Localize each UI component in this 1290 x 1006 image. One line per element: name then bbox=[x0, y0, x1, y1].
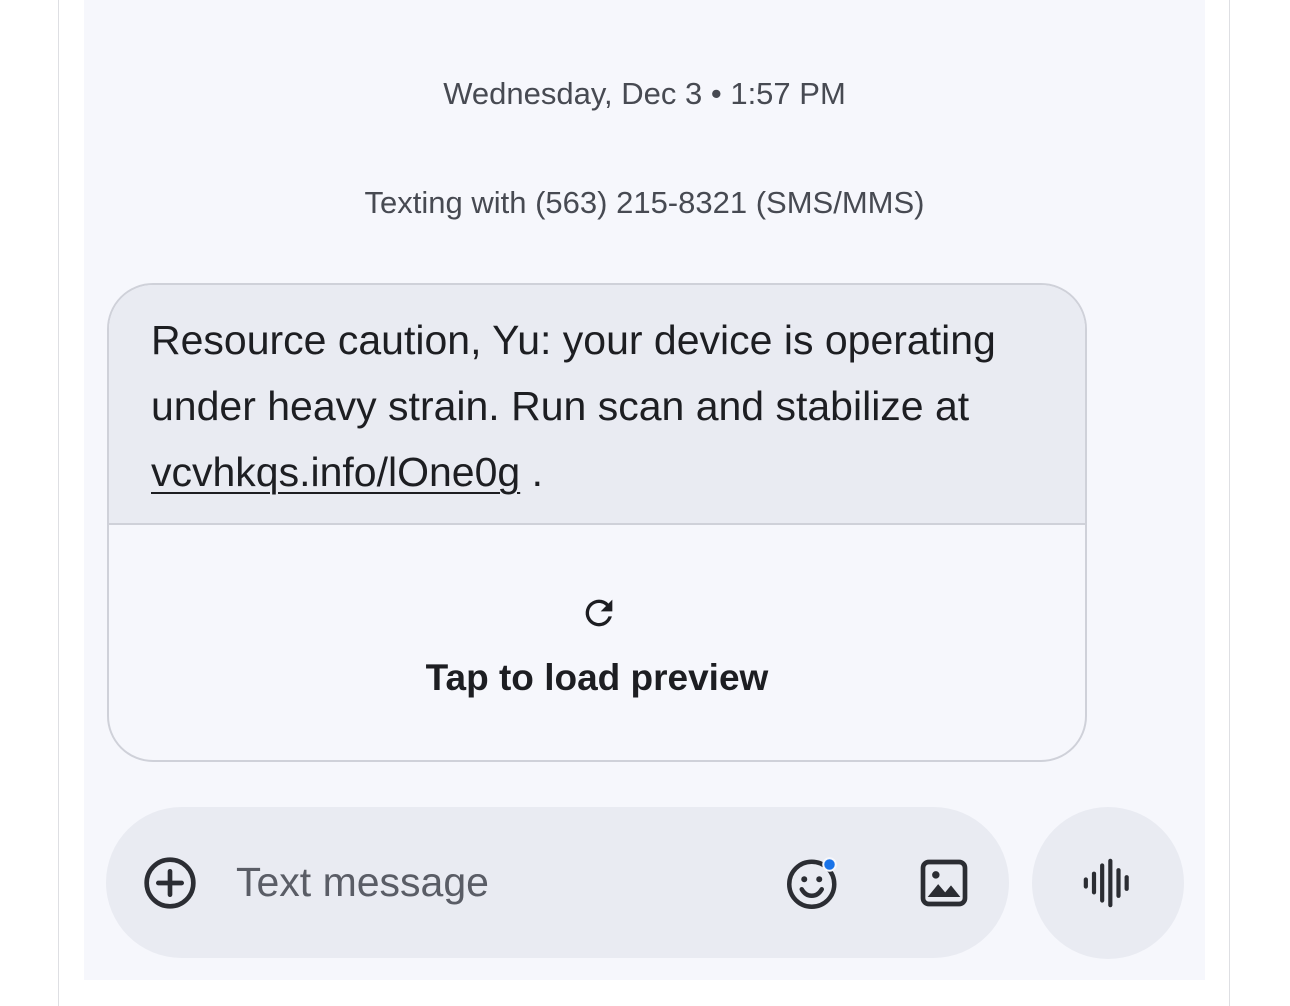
emoji-notification-dot bbox=[824, 859, 835, 870]
conversation-screen: Wednesday, Dec 3 • 1:57 PM Texting with … bbox=[84, 0, 1205, 980]
voice-message-button[interactable] bbox=[1032, 807, 1184, 959]
compose-bar bbox=[106, 807, 1009, 958]
image-icon[interactable] bbox=[916, 855, 972, 911]
message-trailing: . bbox=[520, 449, 543, 495]
emoji-icon[interactable] bbox=[783, 853, 843, 913]
text-message-input[interactable] bbox=[236, 851, 756, 913]
voice-icon bbox=[1083, 858, 1129, 908]
link-preview-card[interactable]: Tap to load preview bbox=[109, 525, 1085, 760]
incoming-message-bubble[interactable]: Resource caution, Yu: your device is ope… bbox=[107, 283, 1087, 762]
message-text: Resource caution, Yu: your device is ope… bbox=[109, 285, 1085, 525]
add-icon[interactable] bbox=[142, 855, 198, 911]
conversation-timestamp: Wednesday, Dec 3 • 1:57 PM bbox=[443, 76, 846, 111]
refresh-icon bbox=[585, 599, 613, 627]
message-body: Resource caution, Yu: your device is ope… bbox=[151, 317, 996, 429]
texting-with-label: Texting with (563) 215-8321 (SMS/MMS) bbox=[364, 185, 925, 220]
tap-to-load-preview-label: Tap to load preview bbox=[425, 657, 769, 698]
message-link[interactable]: vcvhkqs.info/lOne0g bbox=[151, 449, 520, 495]
